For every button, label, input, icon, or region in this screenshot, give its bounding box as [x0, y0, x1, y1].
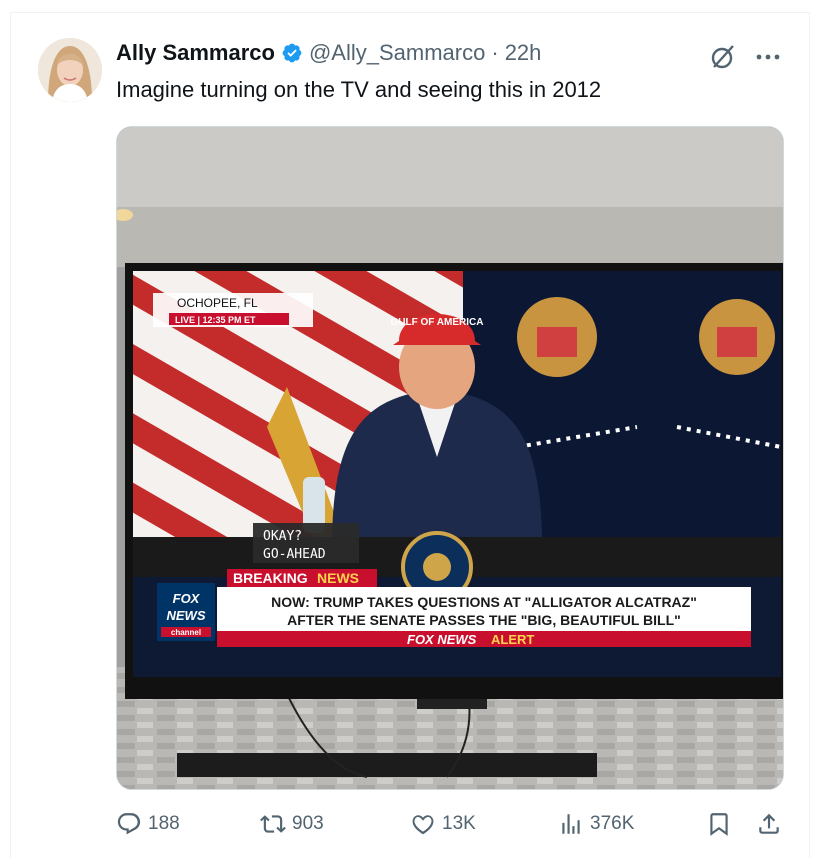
display-name[interactable]: Ally Sammarco	[116, 40, 275, 66]
tv-live: LIVE | 12:35 PM ET	[175, 315, 256, 325]
avatar[interactable]	[38, 38, 102, 102]
share-button[interactable]	[756, 806, 788, 842]
tweet-photo[interactable]: GULF OF AMERICA OCHOPEE, FL LIVE | 12:35…	[116, 126, 784, 790]
views-button[interactable]: 376K	[558, 806, 634, 842]
caption-line-1: OKAY?	[263, 529, 302, 544]
tv-location: OCHOPEE, FL	[177, 296, 258, 310]
repost-button[interactable]: 903	[260, 806, 324, 842]
verified-badge-icon[interactable]	[281, 42, 303, 64]
network-logo-channel: channel	[171, 628, 201, 637]
network-logo-fox: FOX	[173, 591, 201, 606]
tv-photo: GULF OF AMERICA OCHOPEE, FL LIVE | 12:35…	[117, 127, 783, 789]
timestamp[interactable]: 22h	[505, 40, 542, 66]
repost-icon	[260, 815, 286, 833]
repost-count: 903	[292, 813, 324, 834]
bookmark-button[interactable]	[706, 806, 738, 842]
tweet-header: Ally Sammarco @Ally_Sammarco · 22h	[116, 38, 541, 68]
reply-icon	[117, 813, 141, 835]
tweet-text: Imagine turning on the TV and seeing thi…	[116, 77, 602, 102]
separator-dot: ·	[491, 40, 499, 65]
network-logo-news: NEWS	[167, 608, 206, 623]
breaking-label: BREAKING	[233, 570, 308, 586]
like-button[interactable]: 13K	[410, 806, 476, 842]
breaking-news-label: NEWS	[317, 570, 359, 586]
views-icon	[562, 814, 580, 834]
tweet-actions: 188 903 13K 376K	[116, 806, 784, 842]
views-count: 376K	[590, 813, 635, 834]
hat-text: GULF OF AMERICA	[391, 317, 484, 328]
reply-count: 188	[148, 813, 180, 834]
alert-brand: FOX NEWS	[407, 632, 477, 647]
alert-word: ALERT	[491, 632, 534, 647]
bookmark-icon	[710, 813, 728, 836]
reply-button[interactable]: 188	[116, 806, 180, 842]
caption-line-2: GO-AHEAD	[263, 547, 326, 562]
grok-icon[interactable]	[708, 42, 738, 72]
heart-icon	[412, 815, 434, 835]
more-icon[interactable]	[752, 42, 784, 72]
like-count: 13K	[442, 813, 476, 834]
handle[interactable]: @Ally_Sammarco	[309, 40, 485, 66]
headline-line-2: AFTER THE SENATE PASSES THE "BIG, BEAUTI…	[287, 612, 681, 628]
headline-line-1: NOW: TRUMP TAKES QUESTIONS AT "ALLIGATOR…	[271, 594, 697, 610]
avatar-image	[38, 38, 102, 102]
share-icon	[759, 813, 779, 834]
